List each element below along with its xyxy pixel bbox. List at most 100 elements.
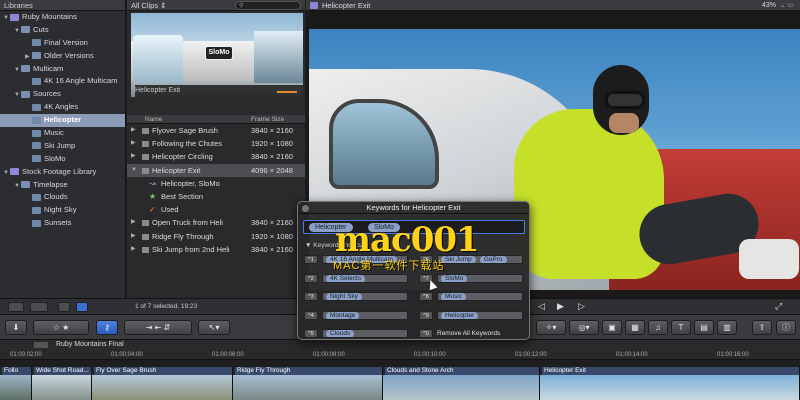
generators-button[interactable]: ▤ (694, 320, 714, 335)
import-button[interactable]: ⬇ (5, 320, 27, 335)
titles-button[interactable]: T (671, 320, 691, 335)
timeline-clip[interactable]: Follo (0, 367, 32, 400)
timeline-clip[interactable]: Helicopter Exit (540, 367, 800, 400)
disclosure-closed-icon[interactable]: ▶ (131, 137, 136, 150)
filmstrip[interactable]: SloMo Helicopter Exit (131, 13, 303, 97)
sidebar-item-label: Ruby Mountains (22, 12, 77, 21)
column-name[interactable]: Name (145, 115, 162, 124)
sidebar-item[interactable]: 4K 16 Angle Multicam (0, 75, 125, 88)
effects-button[interactable]: ▣ (602, 320, 622, 335)
sidebar-item[interactable]: Helicopter (0, 114, 125, 128)
previous-icon[interactable]: ◁ (538, 301, 545, 312)
timeline-clip[interactable]: Clouds and Stone Arch (383, 367, 540, 400)
sidebar-item[interactable]: ▼ Sources (0, 88, 125, 101)
shortcut-keyword-field[interactable]: Music (437, 292, 523, 301)
timeline-clip[interactable]: Fly Over Sage Brush (92, 367, 233, 400)
shortcut-key: ^9 (419, 310, 433, 320)
retime-button[interactable]: ◎▾ (569, 320, 599, 335)
edit-buttons[interactable]: ⇥ ⇤ ⇵ (124, 320, 192, 335)
keyword-shortcut-row: ^2 4K Selects (304, 273, 412, 284)
enhancements-button[interactable]: ✧▾ (536, 320, 566, 335)
sidebar-item[interactable]: ▼ Ruby Mountains (0, 11, 125, 24)
clip-row[interactable]: ▶ Open Truck from Heli 3840 × 2160 (127, 216, 305, 229)
sidebar-item-label: Older Versions (44, 50, 94, 60)
disclosure-closed-icon[interactable]: ▶ (131, 230, 136, 243)
clip-row[interactable]: ▼ Helicopter Exit 4096 × 2048 (127, 163, 305, 177)
clip-range-row[interactable]: ✓ Used (127, 203, 305, 216)
clip-row[interactable]: ▶ Helicopter Circling 3840 × 2160 (127, 150, 305, 163)
keyword-shortcut-row: ^0 Remove All Keywords (419, 329, 527, 339)
disclosure-closed-icon[interactable]: ▶ (131, 243, 136, 256)
keyword-editor-button[interactable]: ⚷ (96, 320, 118, 335)
sidebar-item[interactable]: ▼ Stock Footage Library (0, 166, 125, 179)
clip-name: Flyover Sage Brush (152, 126, 218, 135)
sidebar-item[interactable]: 4K Angles (0, 101, 125, 114)
shortcut-key: ^5 (304, 329, 318, 338)
sidebar-item[interactable]: ▶ Older Versions (0, 50, 125, 63)
select-tool-button[interactable]: ↖▾ (198, 320, 230, 335)
list-view-button[interactable] (58, 302, 70, 312)
shortcut-keyword-field[interactable]: Clouds (322, 329, 408, 338)
shortcut-keyword-field[interactable]: Helicopter (437, 310, 523, 320)
sidebar-item[interactable]: Ski Jump (0, 140, 125, 153)
inspector-icon: ⓘ (782, 323, 790, 332)
zoom-level[interactable]: 43% (762, 0, 776, 11)
next-icon[interactable]: ▷ (578, 301, 585, 312)
search-field[interactable]: ⚲ (235, 1, 301, 10)
disclosure-open-icon[interactable]: ▼ (131, 164, 137, 177)
shortcut-keyword-field[interactable]: 4K Selects (322, 273, 408, 283)
sidebar-item[interactable]: Night Sky (0, 204, 125, 217)
sidebar-item[interactable]: Sunsets (0, 217, 125, 230)
clip-row[interactable]: ▶ Ridge Fly Through 1920 × 1080 (127, 230, 305, 243)
column-frame-size[interactable]: Frame Size (251, 115, 284, 124)
sidebar-item[interactable]: Clouds (0, 191, 125, 204)
sidebar-item-label: Multicam (33, 63, 64, 73)
clip-range-row[interactable]: ↝ Helicopter, SloMo (127, 177, 305, 190)
folder-icon (21, 65, 30, 73)
shortcut-keyword: Montage (326, 311, 360, 319)
timeline-clip[interactable]: Ridge Fly Through (233, 367, 383, 400)
clips-filter-menu[interactable]: All Clips ⇕ (131, 0, 166, 11)
clip-row[interactable]: ▶ Flyover Sage Brush 3840 × 2160 (127, 124, 305, 137)
rating-buttons[interactable]: ☆ ★ (33, 320, 89, 335)
sidebar-item[interactable]: ▼ Multicam (0, 63, 125, 76)
play-icon[interactable]: ▶ (557, 301, 564, 312)
skier-face (609, 113, 639, 133)
sidebar-item-label: 4K 16 Angle Multicam (44, 76, 118, 86)
clip-range-row[interactable]: ★ Best Section (127, 190, 305, 203)
timeline-clip[interactable]: Wide Shot Road... (32, 367, 92, 400)
fullscreen-icon[interactable]: ⤢ (775, 301, 782, 312)
close-icon[interactable] (302, 205, 309, 212)
viewer-title: Helicopter Exit (322, 1, 371, 10)
timeline-ruler[interactable]: 01:00:02:00 01:00:04:00 01:00:06:00 01:00:0… (0, 350, 800, 360)
disclosure-closed-icon[interactable]: ▶ (131, 124, 136, 137)
filmstrip-view-button[interactable] (76, 302, 88, 312)
sidebar-item[interactable]: ▼ Cuts (0, 24, 125, 37)
share-button[interactable]: ⇪ (752, 320, 772, 335)
themes-button[interactable]: ▥ (717, 320, 737, 335)
sidebar-item[interactable]: SloMo (0, 153, 125, 166)
disclosure-closed-icon[interactable]: ▶ (131, 216, 136, 229)
inspector-button[interactable]: ⓘ (776, 320, 796, 335)
remove-all-keywords[interactable]: Remove All Keywords (437, 329, 500, 338)
keyword-icon (32, 142, 41, 150)
library-toggle-button[interactable] (8, 302, 24, 312)
sidebar-item[interactable]: Music (0, 127, 125, 140)
shortcut-keyword-field[interactable]: Montage (322, 310, 408, 320)
libraries-sidebar: Libraries ▼ Ruby Mountains ▼ Cuts Final Vers… (0, 0, 126, 298)
gear-icon[interactable] (30, 302, 48, 312)
clip-row[interactable]: ▶ Ski Jump from 2nd Heli 3840 × 2160 (127, 243, 305, 256)
sidebar-item[interactable]: Final Version (0, 37, 125, 50)
shortcut-keyword-field[interactable]: Night Sky (322, 292, 408, 301)
sidebar-item[interactable]: ▼ Timelapse (0, 179, 125, 192)
photos-button[interactable]: ▦ (625, 320, 645, 335)
clip-row[interactable]: ▶ Following the Chutes 1920 × 1080 (127, 137, 305, 150)
view-menu[interactable]: ⌄ ▭ (780, 0, 794, 11)
shortcut-keyword-field[interactable]: SloMo (437, 273, 523, 283)
clip-icon (142, 128, 149, 134)
disclosure-closed-icon[interactable]: ▶ (131, 150, 136, 163)
timeline-nav-icon[interactable] (34, 342, 48, 348)
clip-thumbnail (540, 375, 799, 400)
music-button[interactable]: ♫ (648, 320, 668, 335)
hud-title: Keywords for Helicopter Exit (366, 203, 461, 212)
